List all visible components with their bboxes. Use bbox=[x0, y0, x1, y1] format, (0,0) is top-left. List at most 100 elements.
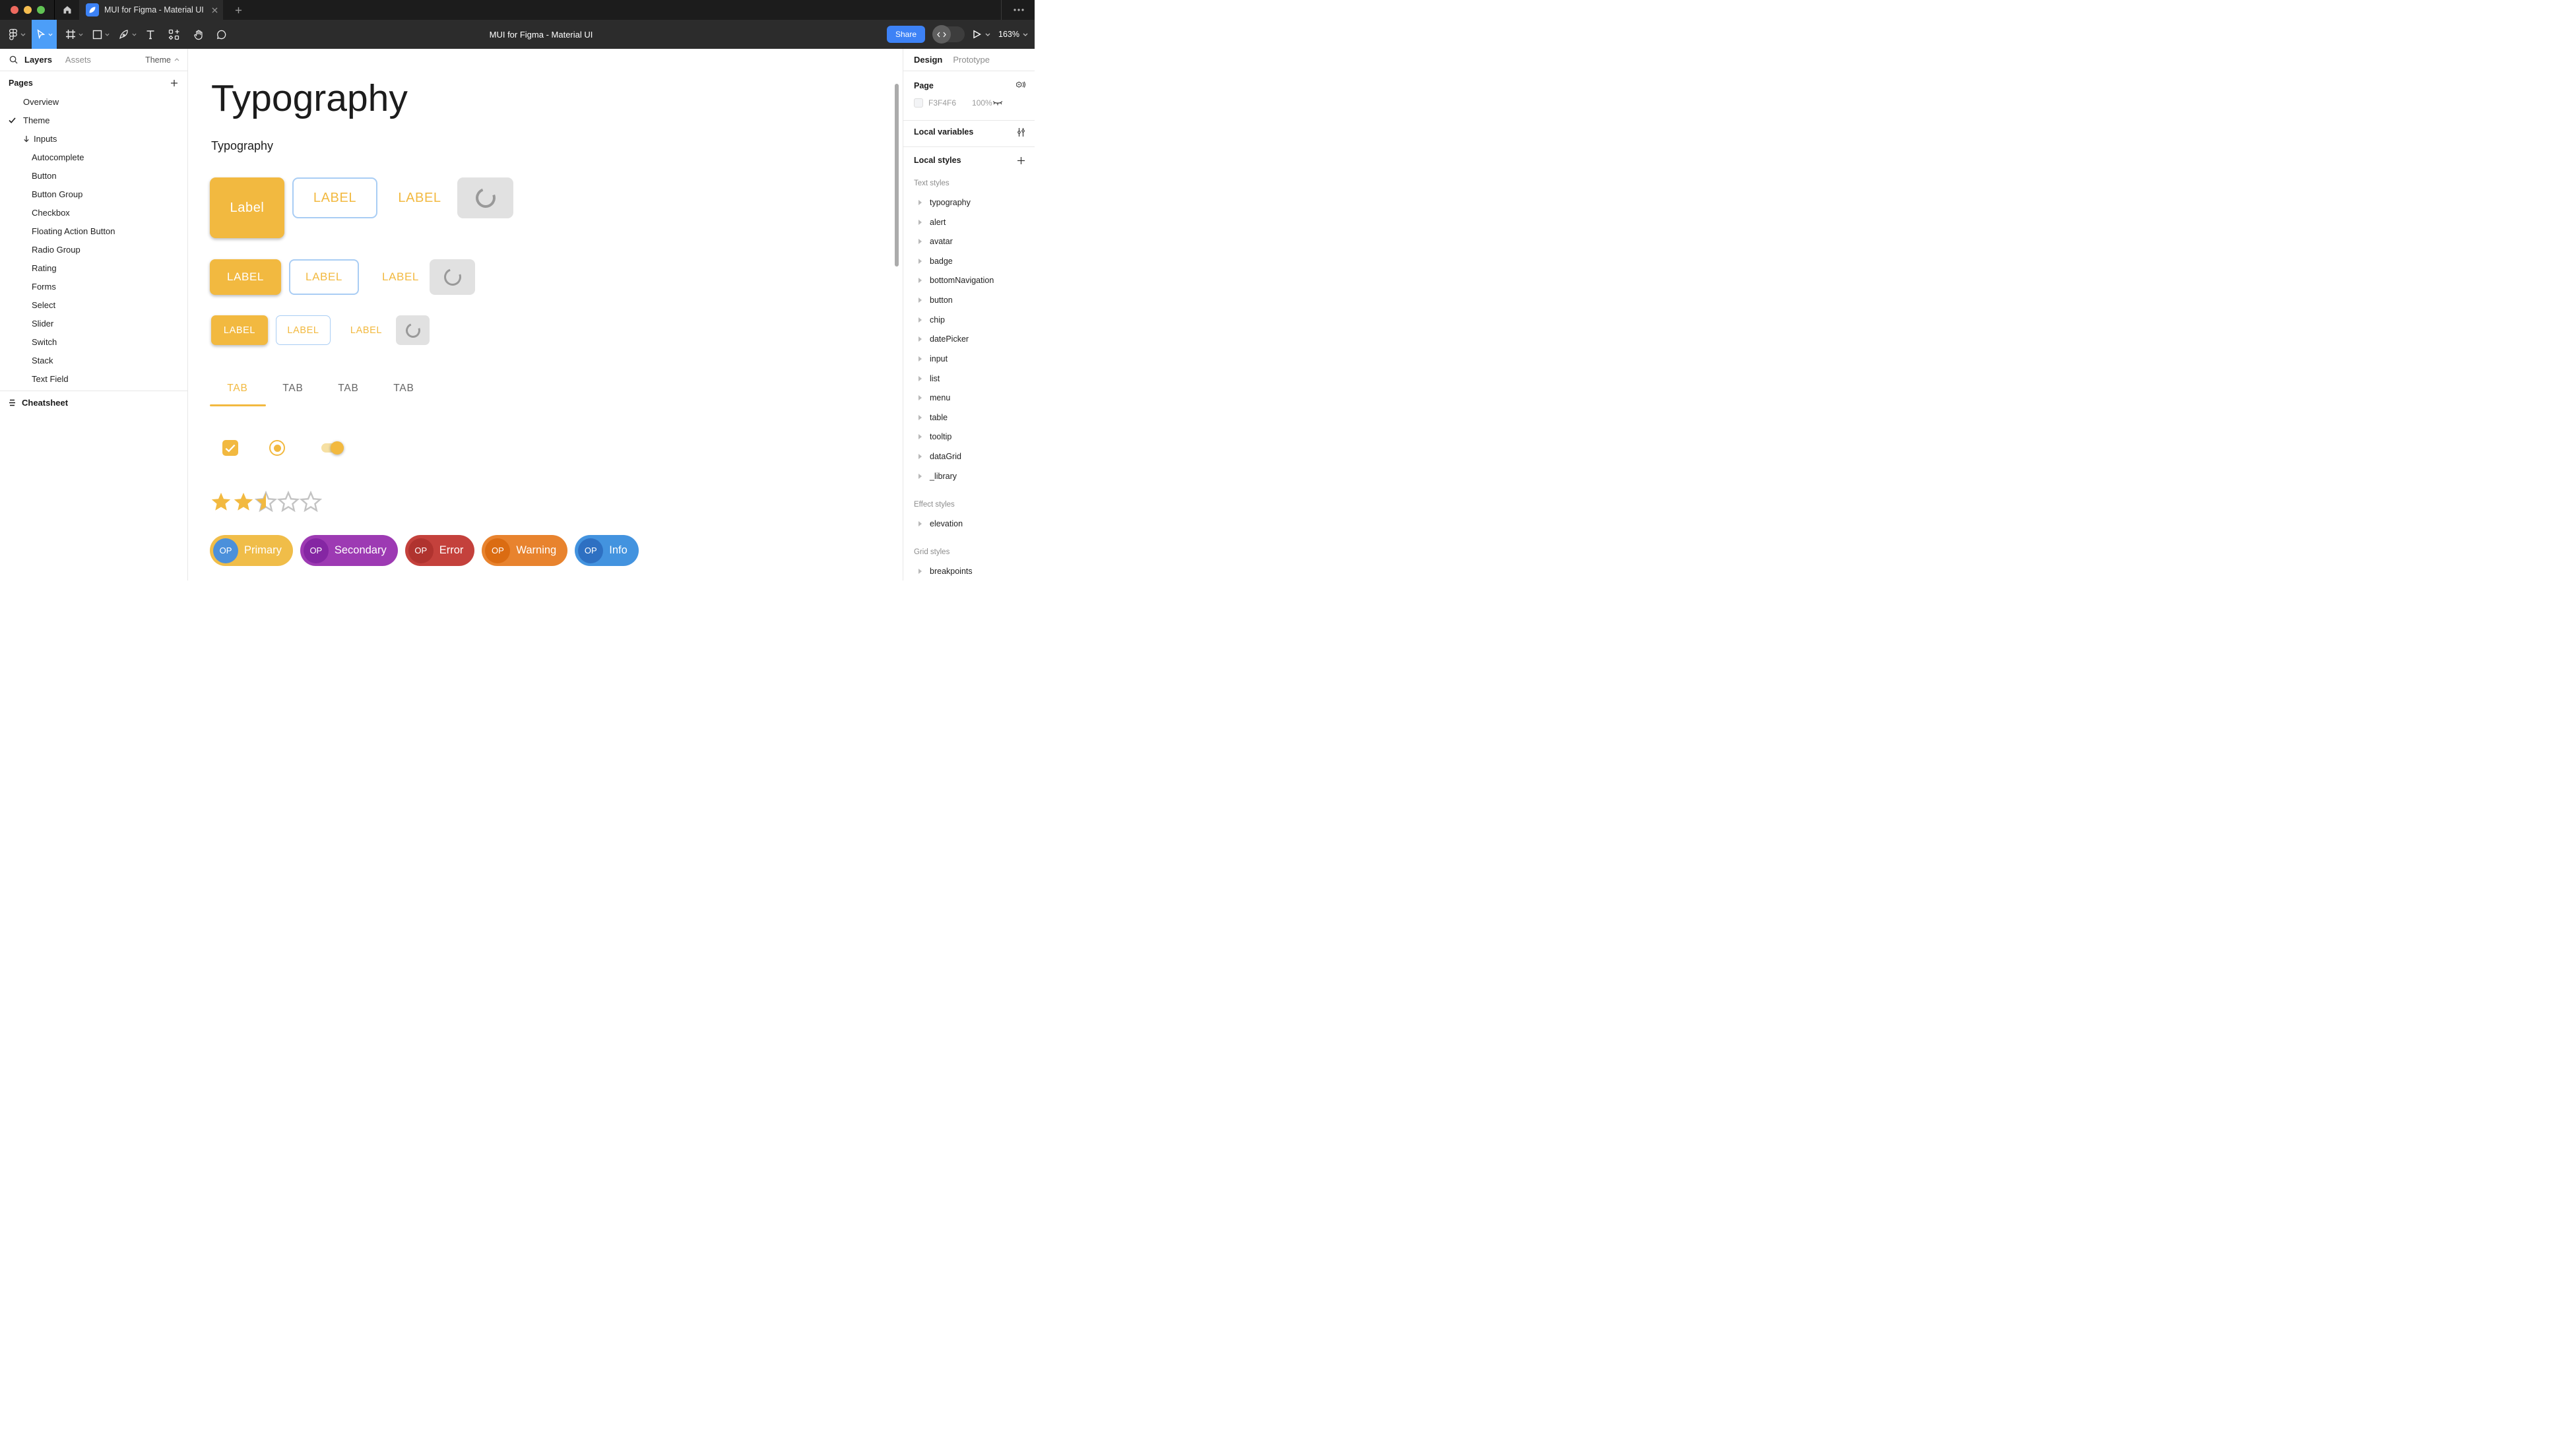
tab-assets[interactable]: Assets bbox=[65, 55, 91, 65]
file-tab[interactable]: MUI for Figma - Material UI bbox=[79, 0, 223, 20]
star-full-icon[interactable] bbox=[232, 491, 255, 513]
tab-item-1[interactable]: TAB bbox=[210, 373, 265, 404]
page-item-radio-group[interactable]: Radio Group bbox=[0, 240, 187, 259]
window-minimize-button[interactable] bbox=[24, 6, 32, 14]
add-page-icon[interactable] bbox=[170, 79, 178, 87]
disclosure-triangle-icon[interactable] bbox=[918, 278, 922, 283]
style-item-bottomNavigation[interactable]: bottomNavigation bbox=[903, 274, 1035, 287]
disclosure-triangle-icon[interactable] bbox=[918, 200, 922, 205]
button-medium-loading[interactable] bbox=[430, 259, 475, 295]
page-item-inputs[interactable]: Inputs bbox=[0, 129, 187, 148]
page-item-text-field[interactable]: Text Field bbox=[0, 369, 187, 388]
disclosure-triangle-icon[interactable] bbox=[918, 415, 922, 420]
button-small-text[interactable]: LABEL bbox=[346, 315, 387, 345]
chip-error[interactable]: OP Error bbox=[405, 535, 475, 566]
style-item-typography[interactable]: typography bbox=[903, 196, 1035, 209]
style-item-avatar[interactable]: avatar bbox=[903, 235, 1035, 248]
pen-tool-button[interactable] bbox=[114, 20, 141, 49]
canvas-scrollbar[interactable] bbox=[895, 84, 899, 267]
style-item-elevation[interactable]: elevation bbox=[903, 517, 1035, 530]
page-item-button-group[interactable]: Button Group bbox=[0, 185, 187, 203]
page-item-rating[interactable]: Rating bbox=[0, 259, 187, 277]
switch-thumb[interactable] bbox=[331, 441, 344, 455]
page-item-slider[interactable]: Slider bbox=[0, 314, 187, 332]
disclosure-triangle-icon[interactable] bbox=[918, 259, 922, 264]
star-half-icon[interactable] bbox=[255, 491, 277, 513]
canvas-heading[interactable]: Typography bbox=[211, 77, 408, 120]
disclosure-triangle-icon[interactable] bbox=[918, 474, 922, 479]
disclosure-triangle-icon[interactable] bbox=[918, 356, 922, 362]
disclosure-triangle-icon[interactable] bbox=[918, 220, 922, 225]
shape-tool-button[interactable] bbox=[88, 20, 114, 49]
new-tab-button[interactable] bbox=[235, 7, 242, 14]
button-large-contained[interactable]: Label bbox=[210, 177, 284, 238]
window-close-button[interactable] bbox=[11, 6, 18, 14]
share-button[interactable]: Share bbox=[887, 26, 925, 43]
star-empty-icon[interactable] bbox=[300, 491, 322, 513]
button-large-loading[interactable] bbox=[457, 177, 513, 218]
color-swatch[interactable] bbox=[914, 98, 923, 108]
window-zoom-button[interactable] bbox=[37, 6, 45, 14]
page-item-switch[interactable]: Switch bbox=[0, 332, 187, 351]
button-medium-outlined[interactable]: LABEL bbox=[289, 259, 359, 295]
search-icon[interactable] bbox=[9, 55, 18, 64]
design-canvas[interactable]: Typography Typography Label LABEL LABEL … bbox=[188, 49, 903, 581]
radio-selected[interactable] bbox=[269, 440, 285, 456]
close-tab-icon[interactable] bbox=[212, 7, 218, 13]
style-item-datePicker[interactable]: datePicker bbox=[903, 332, 1035, 346]
star-full-icon[interactable] bbox=[210, 491, 232, 513]
page-item-button[interactable]: Button bbox=[0, 166, 187, 185]
page-item-checkbox[interactable]: Checkbox bbox=[0, 203, 187, 222]
button-small-outlined[interactable]: LABEL bbox=[276, 315, 331, 345]
chip-secondary[interactable]: OP Secondary bbox=[300, 535, 398, 566]
page-item-theme[interactable]: Theme bbox=[0, 111, 187, 129]
page-color-opacity[interactable]: 100% bbox=[972, 98, 992, 108]
style-item-input[interactable]: input bbox=[903, 352, 1035, 365]
style-item-menu[interactable]: menu bbox=[903, 391, 1035, 404]
style-item-button[interactable]: button bbox=[903, 294, 1035, 307]
star-empty-icon[interactable] bbox=[277, 491, 300, 513]
chip-warning[interactable]: OP Warning bbox=[482, 535, 567, 566]
page-color-row[interactable]: F3F4F6 100% bbox=[903, 96, 1035, 110]
present-button[interactable] bbox=[973, 30, 990, 39]
disclosure-triangle-icon[interactable] bbox=[918, 521, 922, 526]
style-item-alert[interactable]: alert bbox=[903, 216, 1035, 229]
cheatsheet-item[interactable]: Cheatsheet bbox=[0, 393, 187, 412]
text-tool-button[interactable] bbox=[141, 20, 160, 49]
style-item-badge[interactable]: badge bbox=[903, 255, 1035, 268]
style-item-table[interactable]: table bbox=[903, 411, 1035, 424]
comment-tool-button[interactable] bbox=[211, 20, 232, 49]
disclosure-triangle-icon[interactable] bbox=[918, 569, 922, 574]
page-item-autocomplete[interactable]: Autocomplete bbox=[0, 148, 187, 166]
page-color-hex[interactable]: F3F4F6 bbox=[928, 98, 956, 108]
document-title[interactable]: MUI for Figma - Material UI bbox=[490, 30, 593, 40]
frame-tool-button[interactable] bbox=[61, 20, 88, 49]
local-variables-section[interactable]: Local variables bbox=[903, 124, 1035, 140]
page-item-floating-action-button[interactable]: Floating Action Button bbox=[0, 222, 187, 240]
canvas-subheading[interactable]: Typography bbox=[211, 139, 273, 153]
disclosure-triangle-icon[interactable] bbox=[918, 239, 922, 244]
hand-tool-button[interactable] bbox=[188, 20, 209, 49]
rating-stars[interactable] bbox=[210, 491, 322, 513]
chevron-down-icon[interactable] bbox=[985, 33, 990, 36]
move-tool-button[interactable] bbox=[32, 20, 57, 49]
actions-tool-button[interactable] bbox=[164, 20, 184, 49]
style-item-chip[interactable]: chip bbox=[903, 313, 1035, 327]
local-styles-section[interactable]: Local styles bbox=[903, 152, 1035, 168]
variables-icon[interactable] bbox=[1017, 127, 1025, 137]
disclosure-triangle-icon[interactable] bbox=[918, 376, 922, 381]
disclosure-triangle-icon[interactable] bbox=[918, 434, 922, 439]
add-style-icon[interactable] bbox=[1017, 156, 1025, 165]
disclosure-triangle-icon[interactable] bbox=[918, 317, 922, 323]
dev-mode-toggle[interactable] bbox=[933, 26, 965, 42]
overflow-menu-icon[interactable] bbox=[1014, 9, 1024, 11]
page-selector[interactable]: Theme bbox=[145, 55, 179, 65]
button-small-contained[interactable]: LABEL bbox=[211, 315, 268, 345]
disclosure-triangle-icon[interactable] bbox=[918, 454, 922, 459]
button-medium-contained[interactable]: LABEL bbox=[210, 259, 281, 295]
eye-closed-icon[interactable] bbox=[992, 100, 1003, 107]
variable-modes-icon[interactable] bbox=[1015, 81, 1025, 90]
style-item-breakpoints[interactable]: breakpoints bbox=[903, 565, 1035, 578]
checkbox-checked[interactable] bbox=[222, 440, 238, 456]
tab-prototype[interactable]: Prototype bbox=[953, 55, 990, 65]
